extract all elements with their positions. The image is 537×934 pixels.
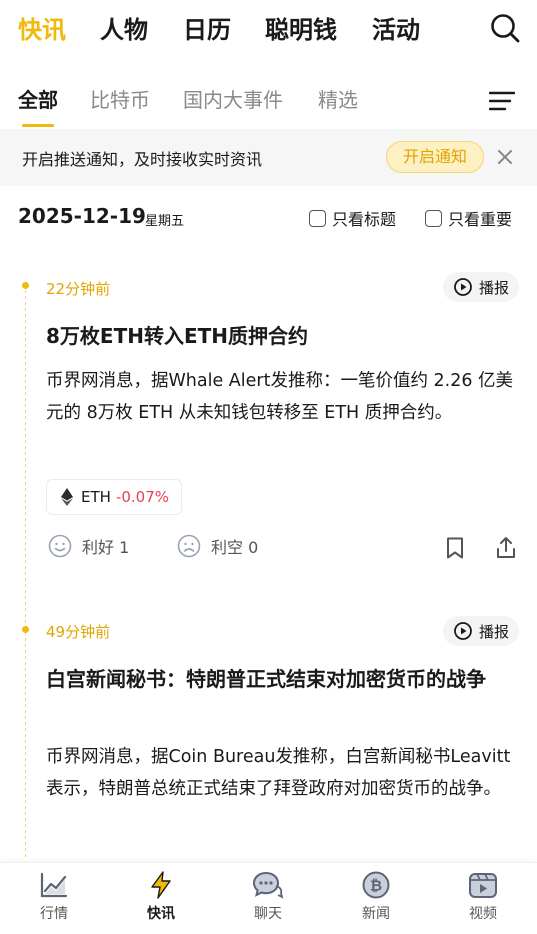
filter-title-only-label: 只看标题 <box>332 210 397 229</box>
coin-change: -0.07% <box>115 488 169 506</box>
nav-news[interactable]: ₿ 新闻 <box>336 871 416 923</box>
tab-events[interactable]: 活动 <box>372 10 420 45</box>
bearish-button[interactable]: 利空 0 <box>177 534 258 558</box>
bullish-button[interactable]: 利好 1 <box>48 534 129 558</box>
frown-icon <box>177 534 201 558</box>
share-icon[interactable] <box>495 536 517 560</box>
news-title[interactable]: 白宫新闻秘书：特朗普正式结束对加密货币的战争 <box>46 662 516 696</box>
play-broadcast-button[interactable]: 播报 <box>443 616 519 646</box>
bookmark-icon[interactable] <box>444 536 466 560</box>
date-label: 2025-12-19 <box>18 204 146 228</box>
subtab-all[interactable]: 全部 <box>18 84 58 113</box>
news-body: 币界网消息，据Whale Alert发推称：一笔价值约 2.26 亿美元的 8万… <box>46 371 514 423</box>
video-icon <box>469 873 497 898</box>
news-time: 49分钟前 <box>46 623 111 641</box>
top-nav: 快讯 人物 日历 聪明钱 活动 <box>0 0 537 60</box>
banner-text: 开启推送通知，及时接收实时资讯 <box>22 150 263 169</box>
close-icon[interactable] <box>495 147 515 167</box>
nav-chat[interactable]: 聊天 <box>228 871 308 923</box>
svg-text:₿: ₿ <box>370 877 382 895</box>
checkbox-icon[interactable] <box>309 209 326 227</box>
play-icon <box>454 278 472 296</box>
date-row: 2025-12-19 星期五 只看标题 只看重要 <box>0 200 537 236</box>
tab-flash[interactable]: 快讯 <box>18 10 66 45</box>
news-title[interactable]: 8万枚ETH转入ETH质押合约 <box>46 319 516 353</box>
nav-flash[interactable]: 快讯 <box>121 871 201 923</box>
eth-icon <box>61 488 73 506</box>
search-icon[interactable] <box>489 12 521 44</box>
news-body: 币界网消息，据Coin Bureau发推称，白宫新闻秘书Leavitt表示，特朗… <box>46 747 511 799</box>
nav-video-label: 视频 <box>469 906 497 922</box>
filter-title-only[interactable]: 只看标题 <box>309 206 396 230</box>
bullish-label: 利好 1 <box>82 538 130 557</box>
filter-important-only-label: 只看重要 <box>448 210 513 229</box>
timeline-line <box>25 290 26 860</box>
bottom-nav: 行情 快讯 聊天 ₿ 新闻 视频 <box>0 862 537 934</box>
weekday-label: 星期五 <box>145 214 185 229</box>
play-label: 播报 <box>478 622 509 641</box>
play-label: 播报 <box>478 278 509 297</box>
nav-flash-label: 快讯 <box>147 906 175 922</box>
subtab-bitcoin[interactable]: 比特币 <box>90 84 150 113</box>
coin-symbol: ETH <box>81 488 111 506</box>
bearish-label: 利空 0 <box>211 538 259 557</box>
filter-important-only[interactable]: 只看重要 <box>425 206 512 230</box>
play-icon <box>454 622 472 640</box>
sub-tabs: 全部 比特币 国内大事件 精选 <box>0 78 537 128</box>
coin-tag[interactable]: ETH -0.07% <box>46 479 182 515</box>
bitcoin-icon: ₿ <box>362 871 390 899</box>
active-tab-indicator <box>22 124 54 127</box>
market-chart-icon <box>40 872 68 898</box>
nav-news-label: 新闻 <box>362 906 390 922</box>
notification-banner: 开启推送通知，及时接收实时资讯 开启通知 <box>0 129 537 186</box>
news-time: 22分钟前 <box>46 280 111 298</box>
play-broadcast-button[interactable]: 播报 <box>443 272 519 302</box>
nav-video[interactable]: 视频 <box>443 871 523 923</box>
tab-people[interactable]: 人物 <box>100 10 148 45</box>
reaction-bar: 利好 1 利空 0 <box>46 534 519 564</box>
subtab-featured[interactable]: 精选 <box>318 84 358 113</box>
timeline-dot <box>22 626 29 633</box>
app: 快讯 人物 日历 聪明钱 活动 全部 比特币 国内大事件 精选 开启推送通知，及… <box>0 0 537 934</box>
lightning-icon <box>151 871 171 899</box>
tab-calendar[interactable]: 日历 <box>183 10 231 45</box>
menu-icon[interactable] <box>488 90 516 112</box>
nav-market[interactable]: 行情 <box>14 871 94 923</box>
tab-smart-money[interactable]: 聪明钱 <box>265 10 337 45</box>
checkbox-icon[interactable] <box>425 209 442 227</box>
enable-notifications-button[interactable]: 开启通知 <box>386 141 484 173</box>
nav-market-label: 行情 <box>40 906 68 922</box>
smile-icon <box>48 534 72 558</box>
subtab-domestic[interactable]: 国内大事件 <box>183 84 283 113</box>
timeline-dot <box>22 282 29 289</box>
nav-chat-label: 聊天 <box>254 906 282 922</box>
chat-icon <box>252 871 284 899</box>
